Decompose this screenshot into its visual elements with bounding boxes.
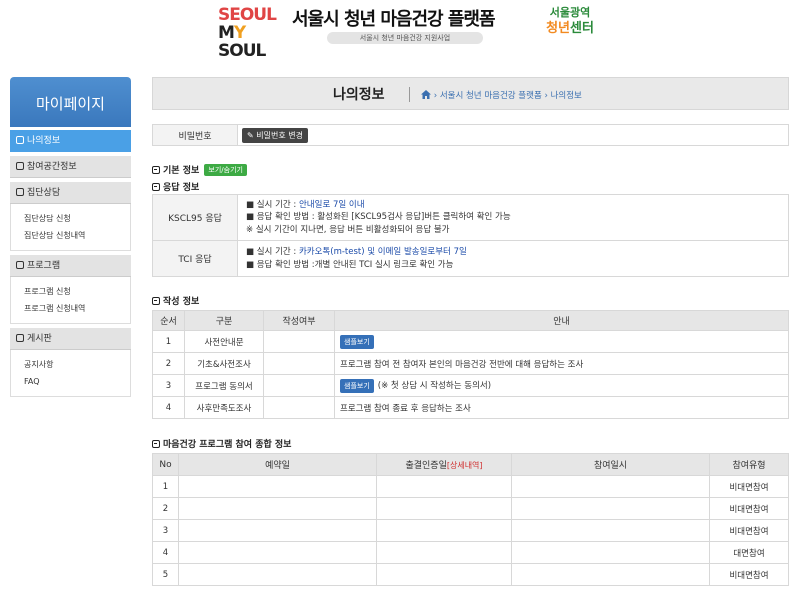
sidebar-link-group-history[interactable]: 집단상담 신청내역 xyxy=(24,227,130,244)
kscl95-label: KSCL95 응답 xyxy=(152,194,238,241)
response-info-heading: 응답 정보 xyxy=(152,180,199,193)
sidebar-sublinks-program: 프로그램 신청 프로그램 신청내역 xyxy=(10,277,131,324)
sidebar-link-faq[interactable]: FAQ xyxy=(24,373,130,390)
table-row: KSCL95 응답 ■ 실시 기간 : 안내일로 7일 이내 ■ 응답 확인 방… xyxy=(152,194,789,241)
section-icon xyxy=(152,166,160,174)
table-row: 4 대면참여 xyxy=(152,541,789,564)
section-icon xyxy=(152,440,160,448)
sidebar: 마이페이지 나의정보 참여공간정보 집단상담 집단상담 신청 집단상담 신청내역… xyxy=(10,77,131,397)
sidebar-sublinks-board: 공지사항 FAQ xyxy=(10,350,131,397)
checkbox-square-icon xyxy=(16,261,24,269)
password-label: 비밀번호 xyxy=(152,124,238,146)
password-table: 비밀번호 ✎ 비밀번호 변경 xyxy=(152,124,789,146)
sidebar-item-group-counseling[interactable]: 집단상담 xyxy=(10,182,131,204)
table-row: 2 비대면참여 xyxy=(152,497,789,520)
table-row: 3 비대면참여 xyxy=(152,519,789,542)
table-row: 2 기초&사전조사 프로그램 참여 전 참여자 본인의 마음건강 전반에 대해 … xyxy=(152,352,789,375)
table-row: 4 사후만족도조사 프로그램 참여 종료 후 응답하는 조사 xyxy=(152,396,789,419)
table-row: 1 비대면참여 xyxy=(152,475,789,498)
table-row: TCI 응답 ■ 실시 기간 : 카카오톡(m-test) 및 이메일 발송일로… xyxy=(152,240,789,277)
main-content: 나의정보 › 서울시 청년 마음건강 플랫폼 › 나의정보 비밀번호 ✎ 비밀번… xyxy=(152,77,789,586)
write-info-heading: 작성 정보 xyxy=(152,294,199,307)
toggle-basic-info-button[interactable]: 보기/숨기기 xyxy=(204,164,247,176)
sidebar-item-board[interactable]: 게시판 xyxy=(10,328,131,350)
site-title: 서울시 청년 마음건강 플랫폼 xyxy=(292,9,496,30)
title-divider xyxy=(409,87,410,102)
checkbox-square-icon xyxy=(16,188,24,196)
table-row: 3 프로그램 동의서 샘플보기 (※ 첫 상담 시 작성하는 동의서) xyxy=(152,374,789,397)
site-subtitle: 서울시 청년 마음건강 지원사업 xyxy=(327,32,483,44)
sidebar-link-group-apply[interactable]: 집단상담 신청 xyxy=(24,210,130,227)
checkin-detail-link[interactable]: [상세내역] xyxy=(447,461,483,470)
basic-info-heading: 기본 정보 보기/숨기기 xyxy=(152,163,247,176)
youth-center-logo[interactable]: 서울광역 청년센터 xyxy=(530,6,610,46)
sample-view-button[interactable]: 샘플보기 xyxy=(340,378,374,393)
response-info-table: KSCL95 응답 ■ 실시 기간 : 안내일로 7일 이내 ■ 응답 확인 방… xyxy=(152,194,789,277)
participation-heading: 마음건강 프로그램 참여 종합 정보 xyxy=(152,437,291,450)
site-header: SEOUL MY SOUL 서울시 청년 마음건강 플랫폼 서울시 청년 마음건… xyxy=(0,0,800,60)
tci-label: TCI 응답 xyxy=(152,240,238,277)
sidebar-item-program[interactable]: 프로그램 xyxy=(10,255,131,277)
participation-table: No 예약일 출결인증일[상세내역] 참여일시 참여유형 1 비대면참여 2 비대면… xyxy=(152,453,789,586)
sidebar-link-notice[interactable]: 공지사항 xyxy=(24,356,130,373)
seoul-my-soul-logo[interactable]: SEOUL MY SOUL xyxy=(218,6,278,60)
sidebar-item-my-info[interactable]: 나의정보 xyxy=(10,130,131,152)
page-title: 나의정보 xyxy=(333,87,385,103)
checkbox-square-icon xyxy=(16,334,24,342)
table-row: 1 사전안내문 샘플보기 xyxy=(152,330,789,353)
sidebar-link-program-history[interactable]: 프로그램 신청내역 xyxy=(24,300,130,317)
home-icon[interactable] xyxy=(421,90,431,99)
write-info-table: 순서 구분 작성여부 안내 1 사전안내문 샘플보기 2 기초&사전조사 프로그… xyxy=(152,310,789,419)
change-password-button[interactable]: ✎ 비밀번호 변경 xyxy=(242,127,308,143)
sample-view-button[interactable]: 샘플보기 xyxy=(340,334,374,349)
breadcrumb-item-platform[interactable]: 서울시 청년 마음건강 플랫폼 xyxy=(440,91,542,101)
checkbox-square-icon xyxy=(16,162,24,170)
page-title-bar: 나의정보 › 서울시 청년 마음건강 플랫폼 › 나의정보 xyxy=(152,77,789,110)
sidebar-sublinks-group: 집단상담 신청 집단상담 신청내역 xyxy=(10,204,131,251)
breadcrumb: › 서울시 청년 마음건강 플랫폼 › 나의정보 xyxy=(421,89,582,101)
breadcrumb-item-current[interactable]: 나의정보 xyxy=(551,91,582,101)
sidebar-item-space-info[interactable]: 참여공간정보 xyxy=(10,156,131,178)
checkbox-square-icon xyxy=(16,136,24,144)
sidebar-title: 마이페이지 xyxy=(10,77,131,127)
sidebar-link-program-apply[interactable]: 프로그램 신청 xyxy=(24,283,130,300)
table-row: 5 비대면참여 xyxy=(152,563,789,586)
section-icon xyxy=(152,183,160,191)
section-icon xyxy=(152,297,160,305)
